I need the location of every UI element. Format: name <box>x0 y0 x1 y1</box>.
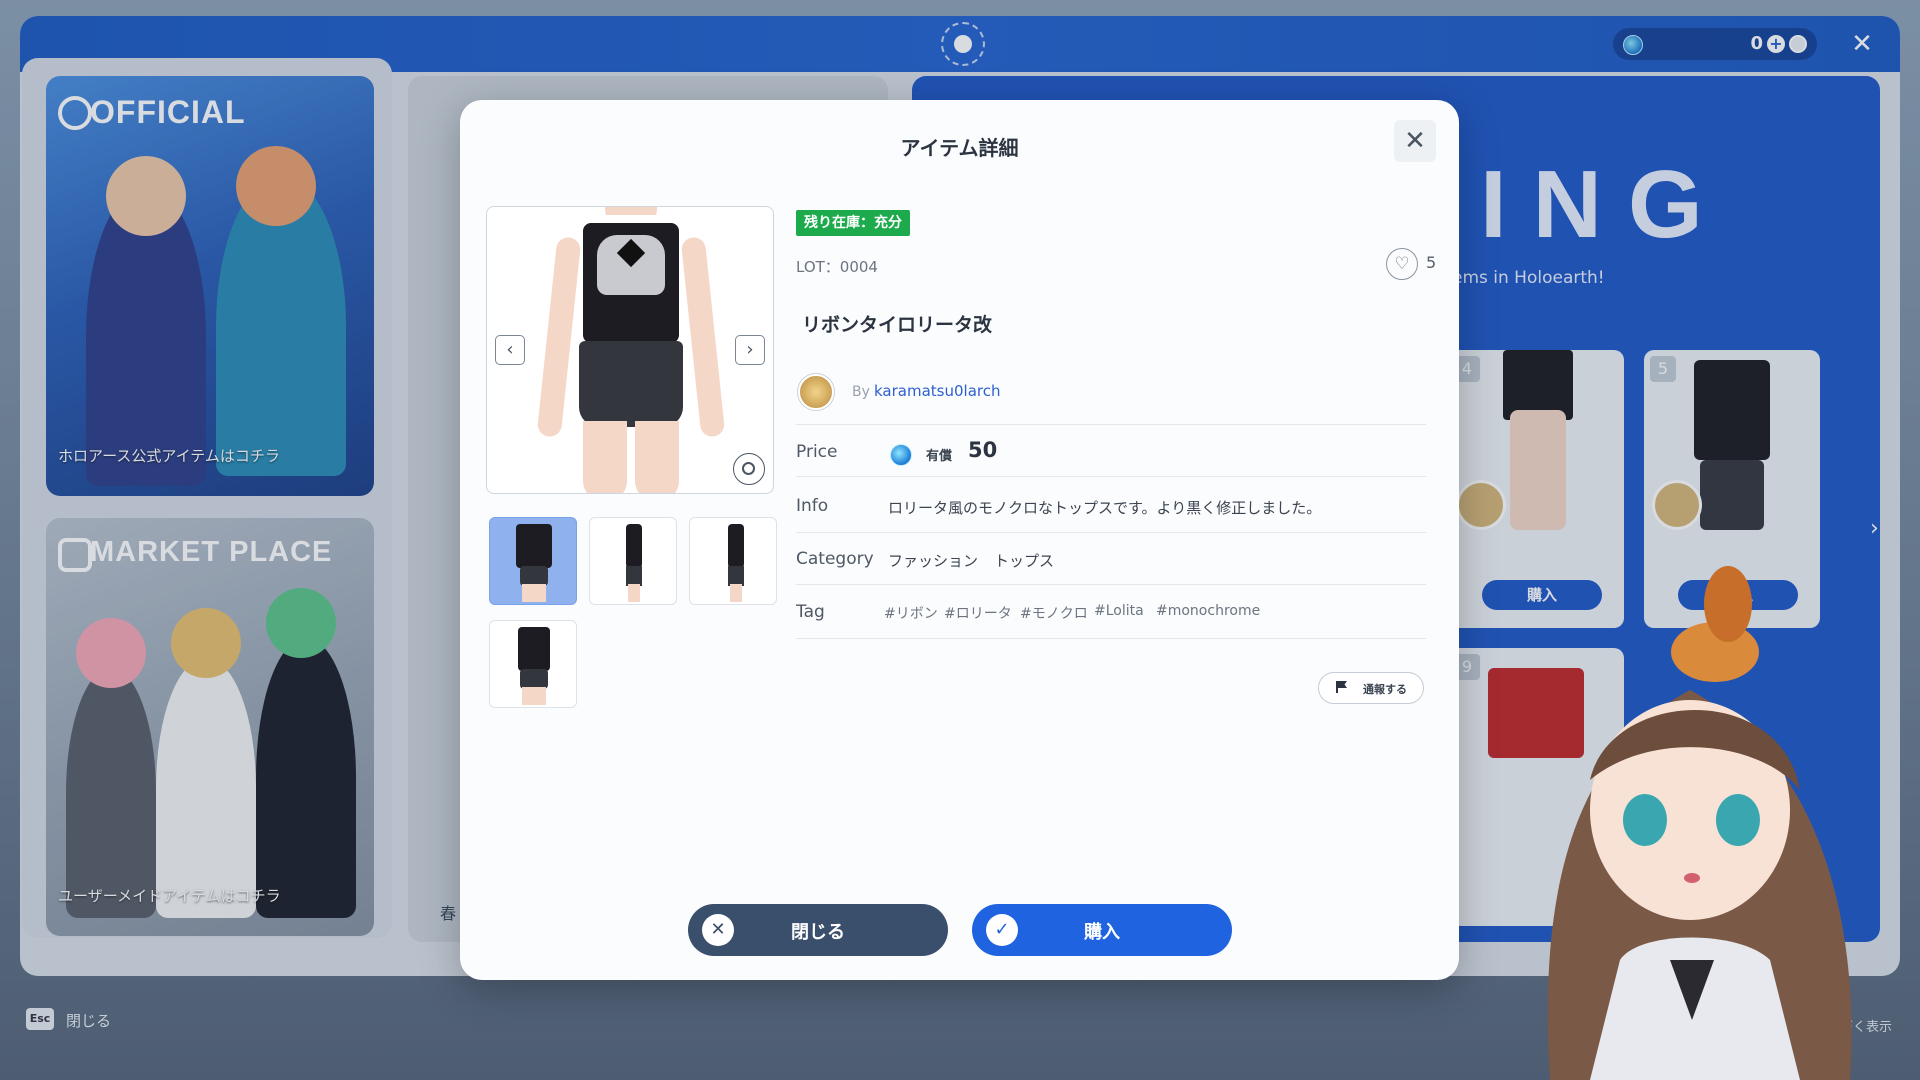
streamer-avatar <box>1547 566 1852 1080</box>
tag-item[interactable]: #リボン <box>884 603 938 623</box>
divider <box>796 584 1426 585</box>
tag-label: Tag <box>796 602 825 622</box>
figure-shorts <box>579 341 683 427</box>
tag-item[interactable]: #monochrome <box>1156 603 1260 619</box>
divider <box>796 476 1426 477</box>
eye-left <box>1623 794 1667 846</box>
close-button[interactable]: ✕ 閉じる <box>688 904 948 956</box>
close-icon[interactable]: ✕ <box>1394 120 1436 162</box>
mouth <box>1684 873 1700 883</box>
category-label: Category <box>796 549 874 569</box>
item-name: リボンタイロリータ改 <box>802 314 993 336</box>
lot-number: LOT：0004 <box>796 258 878 276</box>
stock-badge: 残り在庫：充分 <box>796 210 910 236</box>
flag-icon <box>1336 681 1347 693</box>
creator-by-label: By <box>852 384 870 400</box>
figure-leg-right <box>635 421 679 493</box>
creator-name-link[interactable]: karamatsu0larch <box>874 382 1000 400</box>
figure-arm-left <box>536 236 582 438</box>
info-text: ロリータ風のモノクロなトップスです。より黒く修正しました。 <box>888 499 1322 517</box>
figure-leg-left <box>583 421 627 493</box>
divider <box>796 532 1426 533</box>
buy-button-label: 購入 <box>1084 922 1120 943</box>
thumbnail[interactable] <box>689 517 777 605</box>
price-value: 50 <box>968 438 998 462</box>
chevron-left-icon[interactable]: ‹ <box>495 335 525 365</box>
tag-item[interactable]: #Lolita <box>1094 603 1144 619</box>
price-type: 有償 <box>926 449 953 464</box>
camera-icon[interactable] <box>733 453 765 485</box>
info-label: Info <box>796 496 829 516</box>
item-detail-modal: アイテム詳細 ✕ ‹ › 残り在庫：充分 LOT：0004 ♡ 5 リボンタイロ… <box>460 100 1459 980</box>
report-button[interactable]: 通報する <box>1318 672 1424 704</box>
coin-icon <box>890 444 912 466</box>
thumbnail[interactable] <box>589 517 677 605</box>
heart-icon[interactable]: ♡ <box>1386 248 1418 280</box>
creator-avatar[interactable] <box>798 374 834 410</box>
tag-item[interactable]: #モノクロ <box>1020 603 1088 623</box>
divider <box>796 424 1426 425</box>
chevron-right-icon[interactable]: › <box>735 335 765 365</box>
squirrel-tail <box>1704 566 1752 642</box>
category-value[interactable]: ファッション <box>888 550 978 571</box>
thumbnail[interactable] <box>489 517 577 605</box>
thumbnail[interactable] <box>489 620 577 708</box>
report-label: 通報する <box>1363 683 1407 696</box>
favorite-count: 5 <box>1426 253 1437 272</box>
item-preview[interactable]: ‹ › <box>486 206 774 494</box>
price-label: Price <box>796 442 838 462</box>
modal-title: アイテム詳細 <box>900 136 1019 160</box>
eye-right <box>1716 794 1760 846</box>
category-value[interactable]: トップス <box>994 550 1054 571</box>
close-button-label: 閉じる <box>791 922 845 943</box>
tag-item[interactable]: #ロリータ <box>944 603 1012 623</box>
figure-arm-right <box>680 236 726 438</box>
buy-button[interactable]: ✓ 購入 <box>972 904 1232 956</box>
divider <box>796 638 1426 639</box>
